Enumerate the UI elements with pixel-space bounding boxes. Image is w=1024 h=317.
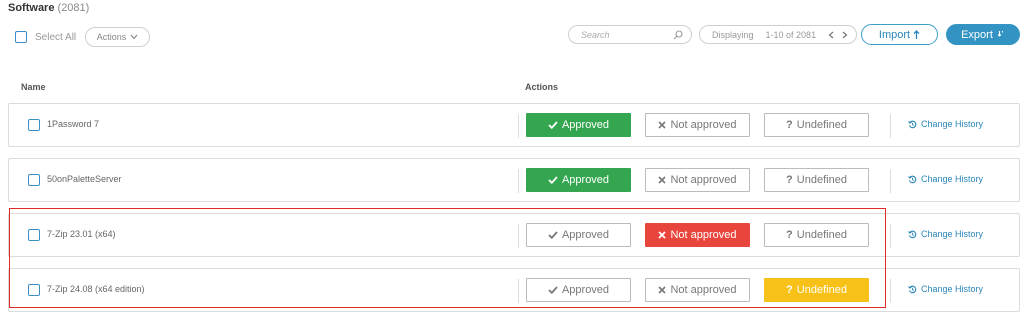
import-button-label: Import bbox=[878, 28, 911, 41]
search-placeholder: Search bbox=[581, 29, 610, 40]
history-icon bbox=[908, 285, 917, 293]
upload-icon bbox=[913, 29, 920, 39]
divider bbox=[518, 169, 519, 193]
undefined-button[interactable]: ? Undefined bbox=[764, 168, 869, 192]
question-icon: ? bbox=[786, 119, 793, 131]
select-all-control[interactable]: Select All bbox=[15, 31, 76, 43]
approved-label: Approved bbox=[561, 119, 610, 131]
column-header-name: Name bbox=[21, 82, 46, 92]
search-icon[interactable] bbox=[673, 29, 683, 40]
software-name: 1Password 7 bbox=[47, 119, 100, 129]
undefined-label: Undefined bbox=[796, 174, 847, 186]
question-icon: ? bbox=[786, 174, 793, 186]
divider bbox=[890, 169, 891, 193]
pagination-displaying: Displaying bbox=[712, 29, 754, 40]
pagination: Displaying 1-10 of 2081 bbox=[699, 25, 857, 44]
divider bbox=[890, 114, 891, 138]
select-all-label: Select All bbox=[35, 31, 77, 43]
not-approved-button[interactable]: Not approved bbox=[645, 113, 750, 137]
export-button[interactable]: Export bbox=[946, 24, 1020, 45]
history-icon bbox=[908, 175, 917, 183]
approved-button[interactable]: Approved bbox=[526, 168, 631, 192]
change-history-label: Change History bbox=[921, 284, 984, 294]
table-row: 50onPaletteServer Approved Not approved … bbox=[8, 158, 1020, 202]
page-title: Software (2081) bbox=[8, 2, 89, 14]
page-title-label: Software bbox=[8, 2, 55, 14]
change-history-label: Change History bbox=[921, 174, 984, 184]
not-approved-button[interactable]: Not approved bbox=[645, 168, 750, 192]
not-approved-label: Not approved bbox=[670, 119, 737, 131]
download-icon bbox=[997, 30, 1003, 37]
chevron-left-icon[interactable] bbox=[828, 31, 834, 39]
history-icon bbox=[908, 120, 917, 128]
change-history-link[interactable]: Change History bbox=[908, 229, 983, 239]
check-icon bbox=[548, 176, 558, 184]
divider bbox=[890, 224, 891, 248]
change-history-label: Change History bbox=[921, 229, 984, 239]
change-history-link[interactable]: Change History bbox=[908, 174, 983, 184]
column-header-actions: Actions bbox=[525, 82, 559, 92]
approved-label: Approved bbox=[561, 174, 610, 186]
x-icon bbox=[658, 121, 667, 129]
actions-dropdown-label: Actions bbox=[96, 32, 127, 42]
pagination-range: 1-10 of 2081 bbox=[765, 29, 817, 40]
row-checkbox[interactable] bbox=[28, 119, 40, 131]
x-icon bbox=[658, 176, 667, 184]
change-history-link[interactable]: Change History bbox=[908, 119, 983, 129]
divider bbox=[518, 114, 519, 138]
search-input[interactable]: Search bbox=[568, 25, 692, 44]
divider bbox=[890, 279, 891, 303]
change-history-link[interactable]: Change History bbox=[908, 284, 983, 294]
chevron-right-icon[interactable] bbox=[842, 31, 848, 39]
annotation-highlight-box bbox=[9, 208, 886, 308]
chevron-down-icon bbox=[130, 34, 138, 40]
not-approved-label: Not approved bbox=[670, 174, 737, 186]
actions-dropdown[interactable]: Actions bbox=[85, 27, 150, 47]
table-row: 1Password 7 Approved Not approved ? Unde… bbox=[8, 103, 1020, 147]
check-icon bbox=[548, 121, 558, 129]
change-history-label: Change History bbox=[921, 119, 984, 129]
row-checkbox[interactable] bbox=[28, 174, 40, 186]
software-count: (2081) bbox=[57, 2, 90, 14]
export-button-label: Export bbox=[961, 28, 993, 41]
history-icon bbox=[908, 230, 917, 238]
select-all-checkbox[interactable] bbox=[15, 31, 27, 43]
undefined-button[interactable]: ? Undefined bbox=[764, 113, 869, 137]
approved-button[interactable]: Approved bbox=[526, 113, 631, 137]
undefined-label: Undefined bbox=[796, 119, 847, 131]
software-name: 50onPaletteServer bbox=[47, 174, 122, 184]
import-button[interactable]: Import bbox=[861, 24, 938, 45]
